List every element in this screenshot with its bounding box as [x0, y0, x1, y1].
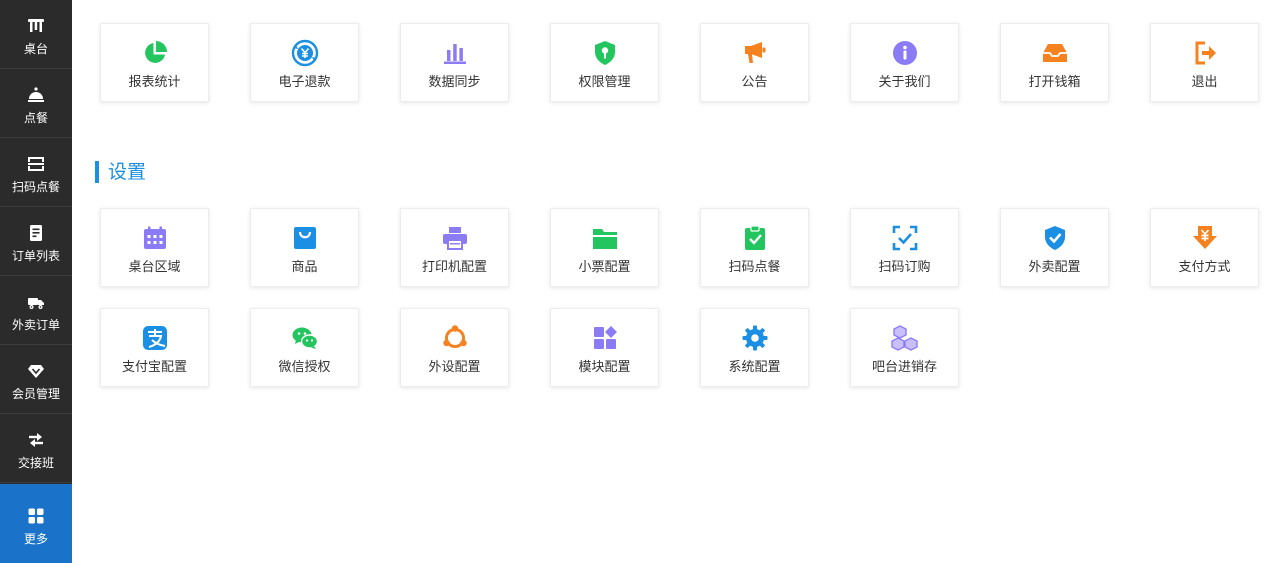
folder-icon	[591, 224, 619, 252]
card-label: 微信授权	[278, 360, 331, 375]
module-config-card[interactable]: 模块配置	[550, 308, 659, 387]
order-list-icon	[26, 223, 46, 243]
grid-icon	[26, 506, 46, 526]
sidebar-item-label: 外卖订单	[11, 318, 60, 332]
sidebar-item-scan-order[interactable]: 扫码点餐	[0, 138, 72, 207]
calendar-icon	[141, 224, 169, 252]
sidebar-item-label: 点餐	[23, 111, 48, 125]
card-label: 扫码订购	[878, 260, 931, 275]
card-label: 吧台进销存	[871, 360, 937, 375]
sidebar-item-label: 会员管理	[11, 387, 60, 401]
sidebar-item-delivery-orders[interactable]: 外卖订单	[0, 276, 72, 345]
info-icon	[891, 39, 919, 67]
yen-arrow-icon	[1191, 224, 1219, 252]
yen-refresh-icon	[291, 39, 319, 67]
section-accent-bar	[95, 160, 99, 183]
sidebar-item-label: 更多	[23, 531, 48, 546]
sidebar-item-label: 订单列表	[11, 249, 60, 263]
main-content: 报表统计 电子退款 数据同步 权限管理 公告 关于我们 打开钱箱 退出 设置 桌…	[72, 0, 1286, 563]
clipboard-check-icon	[741, 224, 769, 252]
sidebar-item-order[interactable]: 点餐	[0, 69, 72, 138]
peripheral-config-card[interactable]: 外设配置	[400, 308, 509, 387]
card-label: 权限管理	[578, 75, 631, 90]
cloche-icon	[26, 85, 46, 105]
card-label: 支付方式	[1178, 260, 1231, 275]
about-us-card[interactable]: 关于我们	[850, 23, 959, 102]
card-label: 系统配置	[728, 360, 781, 375]
gear-icon	[741, 324, 769, 352]
sidebar-item-label: 扫码点餐	[11, 180, 60, 194]
card-label: 打印机配置	[421, 260, 487, 275]
scan-purchase-card[interactable]: 扫码订购	[850, 208, 959, 287]
shield-key-icon	[591, 39, 619, 67]
card-label: 外设配置	[428, 360, 481, 375]
card-label: 小票配置	[578, 260, 631, 275]
printer-icon	[441, 224, 469, 252]
boxes-icon	[890, 324, 919, 352]
sidebar-item-shift-handover[interactable]: 交接班	[0, 414, 72, 483]
sidebar: 桌台 点餐 扫码点餐 订单列表 外卖订单 会员管理 交接班 更多	[0, 0, 72, 563]
section-title-text: 设置	[108, 160, 147, 183]
card-label: 打开钱箱	[1028, 75, 1081, 90]
megaphone-icon	[741, 39, 769, 67]
delivery-config-card[interactable]: 外卖配置	[1000, 208, 1109, 287]
sidebar-item-members[interactable]: 会员管理	[0, 345, 72, 414]
sidebar-item-tables[interactable]: 桌台	[0, 0, 72, 69]
swap-icon	[26, 430, 46, 450]
modules-icon	[591, 324, 619, 352]
logout-card[interactable]: 退出	[1150, 23, 1259, 102]
delivery-truck-icon	[26, 292, 46, 312]
shield-check-icon	[1041, 224, 1069, 252]
table-icon	[26, 16, 46, 36]
card-label: 数据同步	[428, 75, 481, 90]
wechat-auth-card[interactable]: 微信授权	[250, 308, 359, 387]
announcement-card[interactable]: 公告	[700, 23, 809, 102]
scan-order-config-card[interactable]: 扫码点餐	[700, 208, 809, 287]
card-label: 商品	[291, 260, 318, 275]
table-area-card[interactable]: 桌台区域	[100, 208, 209, 287]
printer-config-card[interactable]: 打印机配置	[400, 208, 509, 287]
peripheral-icon	[441, 324, 469, 352]
settings-section-title: 设置	[95, 160, 146, 183]
card-label: 电子退款	[278, 75, 331, 90]
sidebar-item-label: 桌台	[23, 42, 48, 56]
card-label: 支付宝配置	[121, 360, 187, 375]
payment-method-card[interactable]: 支付方式	[1150, 208, 1259, 287]
sidebar-item-more[interactable]: 更多	[0, 484, 72, 563]
open-cash-drawer-card[interactable]: 打开钱箱	[1000, 23, 1109, 102]
data-sync-card[interactable]: 数据同步	[400, 23, 509, 102]
card-label: 关于我们	[878, 75, 931, 90]
sidebar-item-label: 交接班	[17, 456, 54, 470]
card-label: 退出	[1191, 75, 1218, 90]
electronic-refund-card[interactable]: 电子退款	[250, 23, 359, 102]
scan-icon	[26, 154, 46, 174]
alipay-config-card[interactable]: 支付宝配置	[100, 308, 209, 387]
card-label: 桌台区域	[128, 260, 181, 275]
shopping-bag-icon	[291, 224, 319, 252]
cash-drawer-icon	[1041, 39, 1069, 67]
logout-icon	[1191, 39, 1219, 67]
permission-manage-card[interactable]: 权限管理	[550, 23, 659, 102]
card-label: 报表统计	[128, 75, 181, 90]
bar-inventory-card[interactable]: 吧台进销存	[850, 308, 959, 387]
wechat-icon	[291, 324, 319, 352]
card-label: 模块配置	[578, 360, 631, 375]
alipay-icon	[141, 324, 169, 352]
card-label: 外卖配置	[1028, 260, 1081, 275]
diamond-icon	[26, 361, 46, 381]
sidebar-item-order-list[interactable]: 订单列表	[0, 207, 72, 276]
pie-chart-icon	[141, 39, 169, 67]
bar-chart-icon	[441, 39, 469, 67]
card-label: 扫码点餐	[728, 260, 781, 275]
system-config-card[interactable]: 系统配置	[700, 308, 809, 387]
scan-check-icon	[891, 224, 919, 252]
card-label: 公告	[741, 75, 768, 90]
receipt-config-card[interactable]: 小票配置	[550, 208, 659, 287]
goods-card[interactable]: 商品	[250, 208, 359, 287]
report-stats-card[interactable]: 报表统计	[100, 23, 209, 102]
